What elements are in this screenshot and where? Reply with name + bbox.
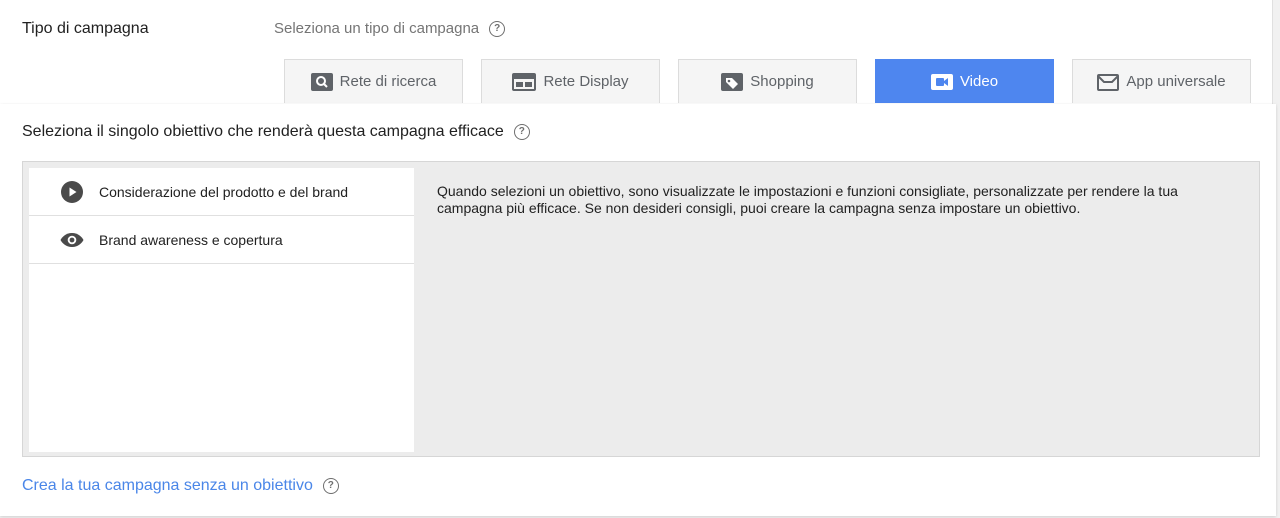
- campaign-setup-page: Tipo di campagna Seleziona un tipo di ca…: [0, 0, 1280, 518]
- objective-title-text: Seleziona il singolo obiettivo che rende…: [22, 123, 504, 140]
- display-icon: [512, 72, 537, 91]
- tab-label: Rete Display: [543, 73, 629, 90]
- objective-description: Quando selezioni un obiettivo, sono visu…: [437, 183, 1178, 216]
- tab-label: Shopping: [750, 73, 814, 90]
- tab-video[interactable]: Video: [875, 59, 1054, 103]
- tag-icon: [721, 72, 744, 91]
- objective-item-brand-awareness-reach[interactable]: Brand awareness e copertura: [29, 216, 414, 264]
- objective-list: Considerazione del prodotto e del brand …: [29, 168, 414, 452]
- tab-label: App universale: [1126, 73, 1226, 90]
- tab-label: Video: [959, 73, 999, 90]
- help-icon[interactable]: ?: [322, 478, 339, 494]
- create-without-objective-link[interactable]: Crea la tua campagna senza un obiettivo …: [22, 477, 339, 495]
- tab-shopping[interactable]: Shopping: [678, 59, 857, 103]
- help-icon[interactable]: ?: [513, 124, 530, 140]
- tab-search-network[interactable]: Rete di ricerca: [284, 59, 463, 103]
- objective-item-label: Brand awareness e copertura: [99, 231, 283, 248]
- objective-selector: Considerazione del prodotto e del brand …: [22, 161, 1260, 457]
- tab-label: Rete di ricerca: [339, 73, 437, 90]
- create-without-objective-text[interactable]: Crea la tua campagna senza un obiettivo: [22, 477, 313, 495]
- search-icon: [310, 72, 333, 91]
- objective-title: Seleziona il singolo obiettivo che rende…: [22, 123, 530, 141]
- campaign-type-hint-text: Seleziona un tipo di campagna: [274, 20, 480, 37]
- campaign-type-panel: Tipo di campagna Seleziona un tipo di ca…: [0, 0, 1273, 104]
- eye-icon: [60, 232, 84, 248]
- objective-panel: Seleziona il singolo obiettivo che rende…: [0, 104, 1276, 516]
- video-camera-icon: [930, 73, 953, 90]
- campaign-type-tabs: Rete di ricerca Rete Display Shopping Vi…: [284, 59, 1251, 103]
- tab-universal-app[interactable]: App universale: [1072, 59, 1251, 103]
- objective-item-product-brand-consideration[interactable]: Considerazione del prodotto e del brand: [29, 168, 414, 216]
- campaign-type-hint: Seleziona un tipo di campagna ?: [274, 20, 506, 37]
- help-icon[interactable]: ?: [489, 20, 506, 37]
- tab-display-network[interactable]: Rete Display: [481, 59, 660, 103]
- app-icon: [1097, 73, 1120, 91]
- objective-item-label: Considerazione del prodotto e del brand: [99, 183, 349, 200]
- play-circle-icon: [60, 180, 84, 203]
- campaign-type-label: Tipo di campagna: [22, 20, 149, 37]
